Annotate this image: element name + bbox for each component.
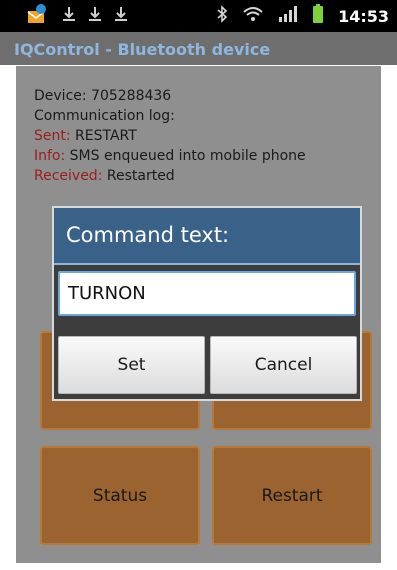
log-entry-text: SMS enqueued into mobile phone <box>65 148 306 164</box>
download-icon <box>114 5 128 27</box>
wifi-icon <box>242 5 264 27</box>
status-button-label: Status <box>92 486 148 506</box>
status-bar: 14:53 <box>0 0 397 32</box>
battery-icon <box>312 4 324 28</box>
status-button[interactable]: Status <box>40 446 200 545</box>
set-button[interactable]: Set <box>58 336 205 394</box>
command-dialog: Command text: TURNON Set Cancel <box>52 206 362 401</box>
download-icon <box>88 5 102 27</box>
restart-button-label: Restart <box>261 486 323 506</box>
log-entry-text: Restarted <box>102 168 175 184</box>
dialog-divider <box>54 263 360 265</box>
log-entry-label: Sent: <box>34 128 71 144</box>
download-icon <box>62 5 76 27</box>
cancel-button[interactable]: Cancel <box>210 336 357 394</box>
status-left-icons <box>26 3 128 29</box>
log-entry-label: Received: <box>34 168 103 184</box>
log-entry: Sent: RESTART <box>34 126 306 146</box>
status-right-icons: 14:53 <box>216 4 389 28</box>
app-title-bar: IQControl - Bluetooth device <box>0 32 397 65</box>
log-entry-label: Info: <box>34 148 66 164</box>
signal-icon <box>278 5 298 27</box>
restart-button[interactable]: Restart <box>212 446 372 545</box>
log-entry: Info: SMS enqueued into mobile phone <box>34 146 306 166</box>
status-time: 14:53 <box>338 6 389 26</box>
log-entry-text: RESTART <box>70 128 137 144</box>
notification-app-icon <box>26 3 50 29</box>
app-title: IQControl - Bluetooth device <box>14 40 271 59</box>
dialog-title: Command text: <box>66 223 230 247</box>
dialog-title-bar: Command text: <box>54 208 360 263</box>
bluetooth-icon <box>216 5 228 27</box>
log-entry: Received: Restarted <box>34 166 306 186</box>
communication-log: Device: 705288436 Communication log: Sen… <box>34 86 306 186</box>
command-text-input[interactable]: TURNON <box>58 271 356 316</box>
communication-log-label: Communication log: <box>34 108 175 124</box>
device-label: Device: 705288436 <box>34 88 172 104</box>
